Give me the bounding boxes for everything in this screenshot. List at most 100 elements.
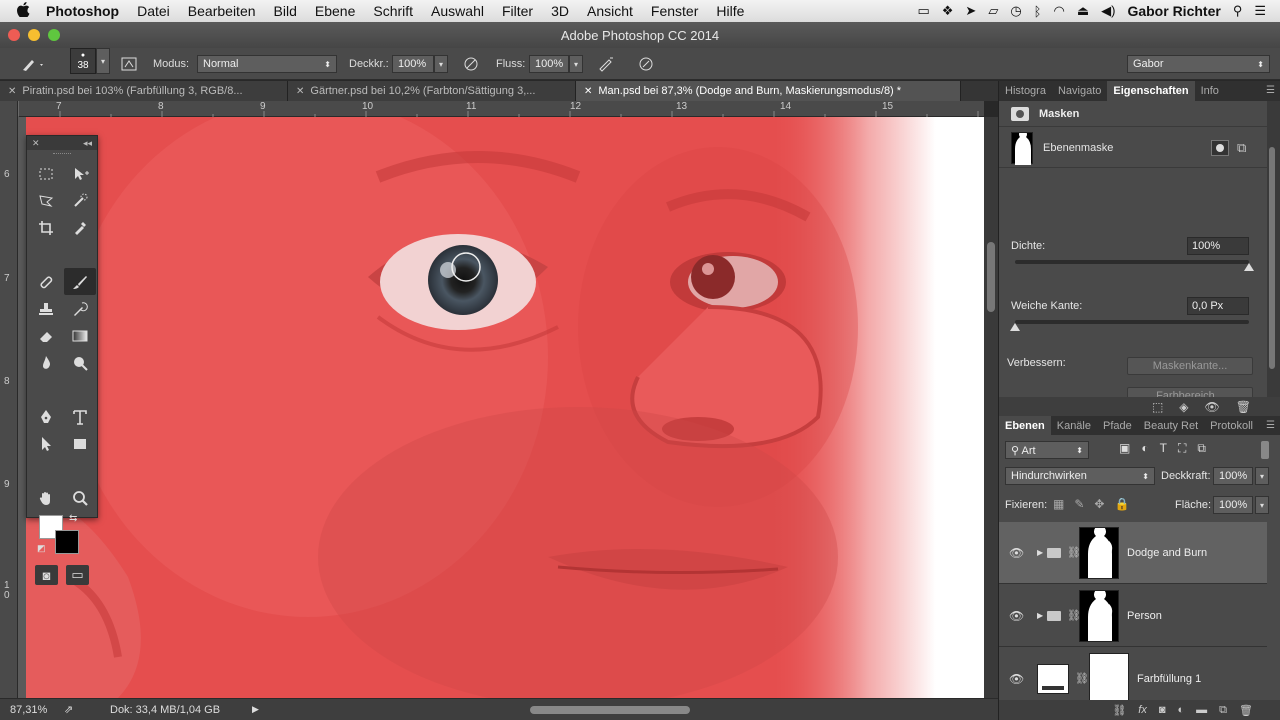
crop-tool-icon[interactable] bbox=[30, 214, 62, 241]
feather-slider-thumb[interactable] bbox=[1010, 323, 1020, 331]
time-machine-icon[interactable]: ◷ bbox=[1010, 3, 1021, 19]
opacity-value[interactable]: 100% bbox=[392, 55, 434, 73]
menu-hilfe[interactable]: Hilfe bbox=[707, 3, 753, 19]
collapse-panel-icon[interactable]: ◂◂ bbox=[83, 138, 92, 149]
close-icon[interactable]: ✕ bbox=[584, 86, 592, 97]
background-color-swatch[interactable] bbox=[55, 530, 79, 554]
screen-mode-icon[interactable]: ▭ bbox=[66, 565, 89, 585]
chevron-down-icon[interactable]: ▾ bbox=[96, 48, 110, 74]
layer-row-person[interactable]: 👁 ▶ ⛓ Person bbox=[999, 585, 1267, 647]
tab-info[interactable]: Info bbox=[1195, 81, 1225, 101]
pressure-size-icon[interactable] bbox=[637, 54, 655, 74]
close-icon[interactable]: ✕ bbox=[32, 138, 40, 149]
tab-layers[interactable]: Ebenen bbox=[999, 416, 1051, 436]
path-selection-tool-icon[interactable] bbox=[30, 430, 62, 457]
feather-field[interactable]: 0,0 Px bbox=[1187, 297, 1249, 315]
delete-layer-icon[interactable]: 🗑 bbox=[1239, 704, 1253, 717]
quick-mask-mode-icon[interactable]: ◙ bbox=[35, 565, 58, 585]
menu-ansicht[interactable]: Ansicht bbox=[578, 3, 642, 19]
filter-shape-icon[interactable]: ⛶ bbox=[1178, 441, 1186, 456]
layer-opacity-field[interactable]: 100% bbox=[1213, 467, 1253, 485]
lock-all-icon[interactable]: 🔒 bbox=[1114, 497, 1129, 511]
density-field[interactable]: 100% bbox=[1187, 237, 1249, 255]
dropbox-icon[interactable]: ❖ bbox=[942, 3, 954, 19]
layer-style-fx-icon[interactable]: fx bbox=[1138, 704, 1147, 716]
tab-paths[interactable]: Pfade bbox=[1097, 416, 1138, 436]
doc-tab-gaertner[interactable]: ✕ Gärtner.psd bei 10,2% (Farbton/Sättigu… bbox=[288, 81, 576, 101]
chevron-down-icon[interactable]: ▾ bbox=[434, 55, 448, 73]
swap-colors-icon[interactable]: ⇆ bbox=[69, 513, 77, 524]
density-slider-track[interactable] bbox=[1015, 260, 1249, 264]
menu-ebene[interactable]: Ebene bbox=[306, 3, 364, 19]
rectangle-tool-icon[interactable] bbox=[64, 430, 96, 457]
quick-selection-tool-icon[interactable] bbox=[64, 187, 96, 214]
user-name[interactable]: Gabor Richter bbox=[1127, 3, 1220, 19]
bluetooth-icon[interactable]: ᛒ bbox=[1034, 4, 1042, 19]
gradient-tool-icon[interactable] bbox=[64, 322, 96, 349]
mode-select[interactable]: Normal ⬍ bbox=[197, 54, 337, 74]
blend-mode-select[interactable]: Hindurchwirken ⬍ bbox=[1005, 467, 1155, 485]
notification-list-icon[interactable]: ☰ bbox=[1254, 3, 1266, 19]
brush-tool-preset-icon[interactable] bbox=[20, 54, 46, 74]
zoom-tool-icon[interactable] bbox=[64, 484, 96, 511]
horizontal-ruler[interactable]: 7 8 9 10 11 12 13 14 15 bbox=[18, 101, 984, 117]
add-mask-icon[interactable]: ◙ bbox=[1159, 704, 1166, 716]
close-icon[interactable]: ✕ bbox=[8, 86, 16, 97]
menu-bild[interactable]: Bild bbox=[265, 3, 306, 19]
zoom-window-button[interactable] bbox=[48, 29, 60, 41]
properties-scrollbar[interactable] bbox=[1267, 141, 1277, 375]
clone-stamp-tool-icon[interactable] bbox=[30, 295, 62, 322]
apple-icon[interactable] bbox=[0, 1, 46, 21]
load-selection-icon[interactable]: ⬚ bbox=[1152, 400, 1163, 414]
flow-value[interactable]: 100% bbox=[529, 55, 569, 73]
horizontal-scrollbar-thumb[interactable] bbox=[530, 706, 690, 714]
new-layer-icon[interactable]: ⧉ bbox=[1219, 704, 1227, 717]
panel-menu-icon[interactable]: ☰ bbox=[1266, 85, 1275, 96]
lock-pixels-icon[interactable]: ✎ bbox=[1074, 497, 1084, 511]
play-arrow-icon[interactable]: ▶ bbox=[252, 704, 259, 715]
chevron-down-icon[interactable]: ▾ bbox=[569, 55, 583, 73]
tab-histogram[interactable]: Histogra bbox=[999, 81, 1052, 101]
airbrush-icon[interactable] bbox=[597, 54, 615, 74]
flow-field[interactable]: 100% ▾ bbox=[529, 54, 583, 74]
minimize-window-button[interactable] bbox=[28, 29, 40, 41]
spotlight-search-icon[interactable]: ⚲ bbox=[1233, 3, 1243, 19]
chevron-down-icon[interactable]: ▾ bbox=[1255, 467, 1269, 485]
menu-datei[interactable]: Datei bbox=[128, 3, 179, 19]
visibility-eye-icon[interactable]: 👁 bbox=[1009, 546, 1024, 560]
lock-position-icon[interactable]: ✥ bbox=[1094, 497, 1104, 511]
panel-menu-icon[interactable]: ☰ bbox=[1266, 420, 1275, 431]
blur-tool-icon[interactable] bbox=[30, 349, 62, 376]
layer-row-dodge-and-burn[interactable]: 👁 ▶ ⛓ Dodge and Burn bbox=[999, 522, 1267, 584]
link-layers-icon[interactable]: ⛓ bbox=[1112, 704, 1126, 717]
visibility-eye-icon[interactable]: 👁 bbox=[1009, 609, 1024, 623]
doc-tab-man[interactable]: ✕ Man.psd bei 87,3% (Dodge and Burn, Mas… bbox=[576, 81, 961, 101]
zoom-level[interactable]: 87,31% bbox=[10, 704, 47, 716]
eject-icon[interactable]: ⏏ bbox=[1077, 3, 1089, 19]
lock-transparent-icon[interactable]: ▦ bbox=[1053, 497, 1064, 511]
close-window-button[interactable] bbox=[8, 29, 20, 41]
export-icon[interactable]: ⇗ bbox=[64, 703, 73, 716]
marquee-tool-icon[interactable] bbox=[30, 160, 62, 187]
dodge-tool-icon[interactable] bbox=[64, 349, 96, 376]
new-group-icon[interactable]: ▬ bbox=[1196, 704, 1207, 716]
new-adjustment-icon[interactable]: ◐ bbox=[1178, 704, 1185, 716]
history-brush-tool-icon[interactable] bbox=[64, 295, 96, 322]
layer-mask-thumbnail[interactable] bbox=[1079, 527, 1119, 579]
close-icon[interactable]: ✕ bbox=[296, 86, 304, 97]
menu-schrift[interactable]: Schrift bbox=[364, 3, 422, 19]
visibility-eye-icon[interactable]: 👁 bbox=[1205, 400, 1220, 414]
link-icon[interactable]: ⛓ bbox=[1075, 672, 1089, 685]
feather-slider-track[interactable] bbox=[1015, 320, 1249, 324]
move-tool-icon[interactable] bbox=[64, 160, 96, 187]
expand-group-icon[interactable]: ▶ bbox=[1037, 548, 1043, 557]
filter-toggle[interactable] bbox=[1261, 441, 1269, 459]
forward-icon[interactable]: ➤ bbox=[965, 3, 976, 19]
pixel-mask-button[interactable] bbox=[1211, 140, 1229, 156]
hand-tool-icon[interactable] bbox=[30, 484, 62, 511]
display-icon[interactable]: ▭ bbox=[917, 3, 929, 19]
doc-tab-piratin[interactable]: ✕ Piratin.psd bei 103% (Farbfüllung 3, R… bbox=[0, 81, 288, 101]
brush-size-picker[interactable]: ● 38 ▾ bbox=[70, 48, 110, 74]
brush-panel-toggle-icon[interactable] bbox=[120, 54, 138, 74]
filter-type-icon[interactable]: T bbox=[1160, 441, 1167, 456]
